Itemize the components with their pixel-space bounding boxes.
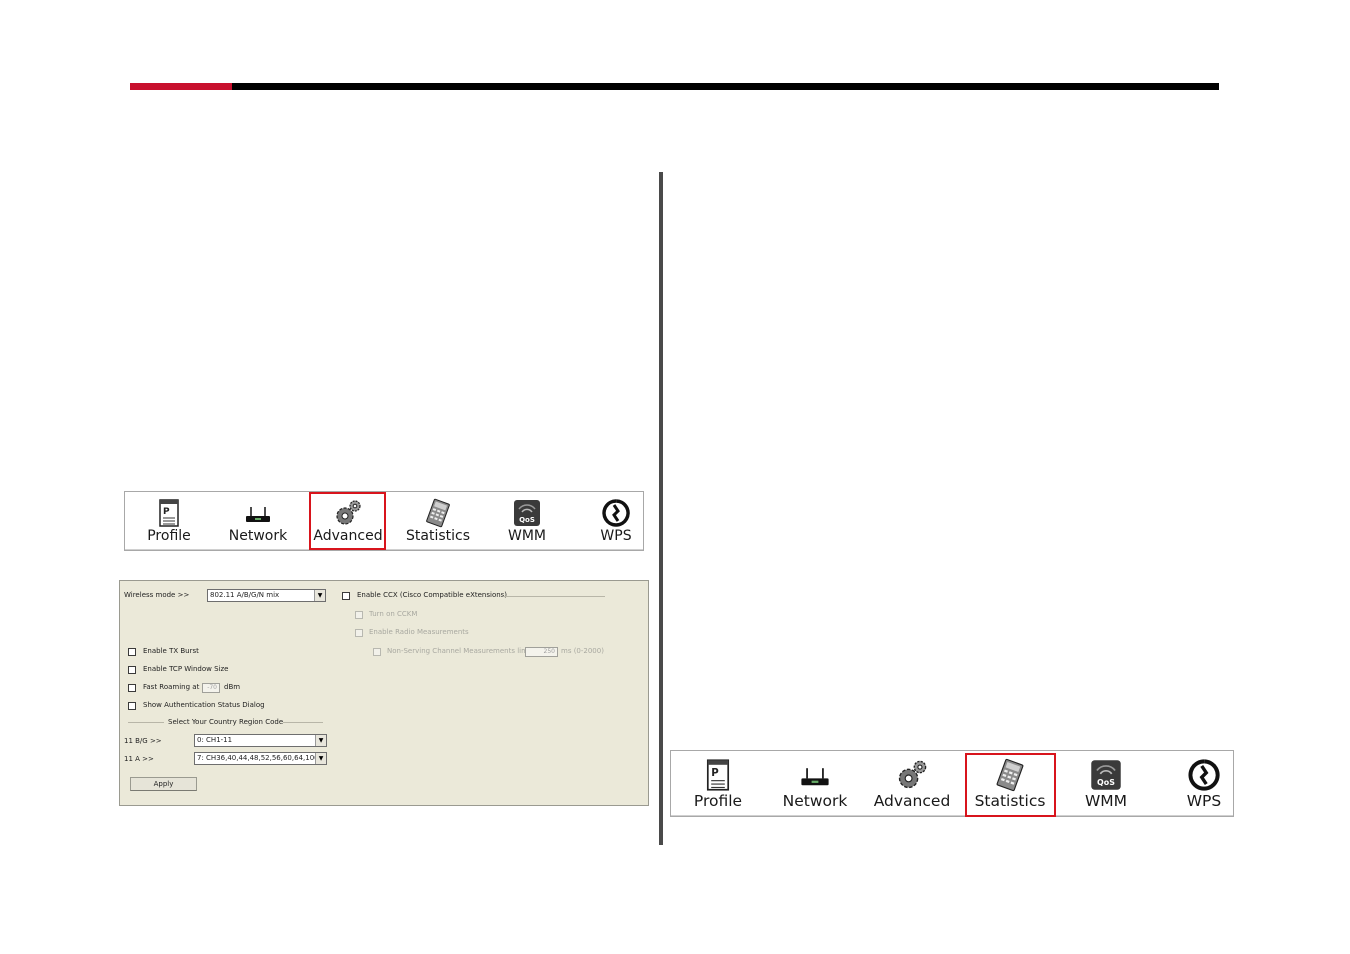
header-rule	[232, 83, 1219, 90]
column-divider	[659, 172, 663, 845]
router-icon	[801, 768, 829, 786]
toolbar-label: WMM	[507, 528, 546, 544]
svg-text:QoS: QoS	[519, 516, 535, 524]
toolbar-label: WPS	[600, 528, 632, 544]
gears-icon	[898, 760, 927, 789]
wireless-mode-select[interactable]: 802.11 A/B/G/N mix ▼	[207, 589, 326, 602]
chevron-down-icon: ▼	[315, 735, 326, 746]
router-icon	[246, 507, 270, 522]
toolbar-wmm-button[interactable]: QoS WMM	[1060, 751, 1152, 816]
toolbar-wps-button[interactable]: WPS	[1158, 751, 1250, 816]
non-serving-checkbox[interactable]	[373, 648, 381, 656]
enable-ccx-checkbox[interactable]	[342, 592, 350, 600]
chevron-down-icon: ▼	[314, 590, 325, 601]
fast-roaming-checkbox[interactable]	[128, 684, 136, 692]
profile-icon: P	[706, 759, 730, 791]
a-region-value: 7: CH36,40,44,48,52,56,60,64,100	[197, 754, 319, 762]
divider	[128, 722, 164, 723]
a-region-label: 11 A >>	[124, 755, 154, 763]
fast-roaming-label: Fast Roaming at	[143, 683, 200, 691]
non-serving-label: Non-Serving Channel Measurements limit	[387, 647, 533, 655]
turn-on-cckm-label: Turn on CCKM	[369, 610, 418, 618]
radio-measurements-checkbox[interactable]	[355, 629, 363, 637]
turn-on-cckm-checkbox[interactable]	[355, 611, 363, 619]
toolbar-wmm-button[interactable]: QoS WMM	[484, 492, 570, 550]
show-auth-dialog-checkbox[interactable]	[128, 702, 136, 710]
selected-tab-highlight	[309, 492, 386, 550]
calculator-icon	[426, 498, 450, 528]
svg-text:P: P	[711, 768, 719, 779]
bg-region-label: 11 B/G >>	[124, 737, 162, 745]
qos-icon: QoS	[1091, 760, 1121, 790]
toolbar-advanced-selected: P Profile Network Advanced Statistics Qo…	[124, 491, 644, 551]
fast-roaming-threshold-input[interactable]: -70	[202, 683, 220, 693]
toolbar-network-button[interactable]: Network	[769, 751, 861, 816]
enable-tcp-window-label: Enable TCP Window Size	[143, 665, 229, 673]
bg-region-select[interactable]: 0: CH1-11 ▼	[194, 734, 327, 747]
wps-icon	[1188, 759, 1220, 791]
svg-text:QoS: QoS	[1097, 778, 1115, 787]
non-serving-limit-input[interactable]: 250	[525, 647, 558, 657]
toolbar-profile-button[interactable]: P Profile	[126, 492, 212, 550]
divider	[283, 722, 323, 723]
toolbar-label: Profile	[147, 528, 191, 544]
non-serving-unit: ms (0-2000)	[561, 647, 604, 655]
svg-text:P: P	[163, 507, 170, 517]
show-auth-dialog-label: Show Authentication Status Dialog	[143, 701, 265, 709]
bg-region-value: 0: CH1-11	[197, 736, 233, 744]
profile-icon: P	[159, 499, 179, 527]
toolbar-label: WPS	[1186, 792, 1222, 810]
advanced-settings-panel: Wireless mode >> 802.11 A/B/G/N mix ▼ En…	[119, 580, 649, 806]
enable-tx-burst-label: Enable TX Burst	[143, 647, 199, 655]
toolbar-advanced-button[interactable]: Advanced	[866, 751, 958, 816]
chevron-down-icon: ▼	[315, 753, 326, 764]
toolbar-label: Network	[228, 528, 288, 544]
wps-icon	[602, 499, 630, 527]
fast-roaming-unit: dBm	[224, 683, 241, 691]
selected-tab-highlight	[965, 753, 1056, 817]
wireless-mode-label: Wireless mode >>	[124, 591, 190, 599]
wireless-mode-value: 802.11 A/B/G/N mix	[210, 591, 280, 599]
toolbar-label: WMM	[1084, 792, 1128, 810]
a-region-select[interactable]: 7: CH36,40,44,48,52,56,60,64,100 ▼	[194, 752, 327, 765]
toolbar-statistics-button[interactable]: Statistics	[395, 492, 481, 550]
radio-measurements-label: Enable Radio Measurements	[369, 628, 469, 636]
toolbar-label: Statistics	[406, 528, 470, 544]
apply-button[interactable]: Apply	[130, 777, 197, 791]
divider	[503, 596, 605, 597]
toolbar-wps-button[interactable]: WPS	[573, 492, 659, 550]
toolbar-label: Profile	[693, 792, 743, 810]
toolbar-profile-button[interactable]: P Profile	[672, 751, 764, 816]
qos-icon: QoS	[514, 500, 540, 526]
toolbar-network-button[interactable]: Network	[215, 492, 301, 550]
toolbar-label: Network	[782, 792, 848, 810]
header-accent-bar	[130, 83, 232, 90]
toolbar-statistics-selected: P Profile Network Advanced Statistics Qo…	[670, 750, 1234, 817]
toolbar-label: Advanced	[873, 792, 951, 810]
enable-tcp-window-checkbox[interactable]	[128, 666, 136, 674]
country-region-title: Select Your Country Region Code	[168, 718, 284, 726]
enable-ccx-label: Enable CCX (Cisco Compatible eXtensions)	[357, 591, 508, 599]
enable-tx-burst-checkbox[interactable]	[128, 648, 136, 656]
